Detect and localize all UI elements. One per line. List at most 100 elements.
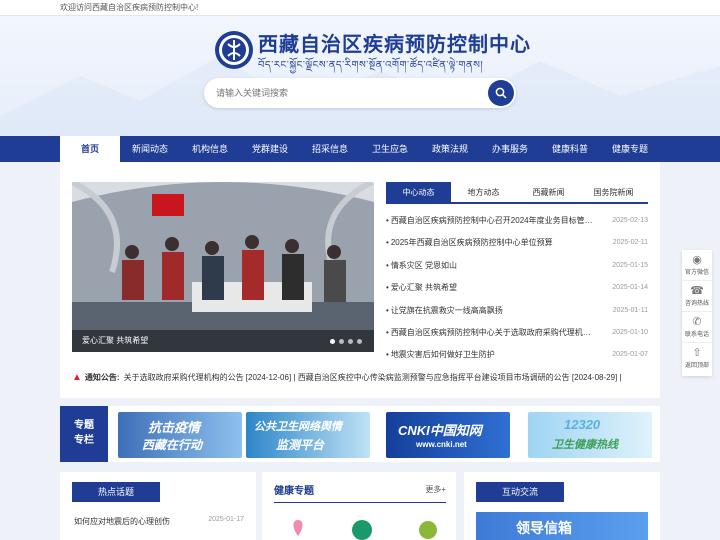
notice-label: 通知公告:: [84, 373, 120, 382]
notice-ticker: ▲ 通知公告: 关于选取政府采购代理机构的公告 [2024-12-06] | 西…: [72, 370, 652, 386]
side-phone[interactable]: ✆ 联系电话: [682, 312, 712, 343]
hot-topic-title[interactable]: 如何应对地震后的心理创伤: [74, 516, 170, 527]
side-wechat[interactable]: ◉ 官方微信: [682, 250, 712, 281]
search-box: [204, 78, 516, 108]
special-label-line2: 专栏: [74, 435, 94, 446]
search-icon: [495, 87, 507, 99]
banner-health-hotline[interactable]: 12320 卫生健康热线: [528, 412, 652, 458]
tab-state-council-news[interactable]: 国务院新闻: [581, 182, 646, 202]
virus-icon: [419, 521, 437, 539]
nav-item-procurement[interactable]: 招采信息: [300, 136, 360, 162]
side-back-to-top[interactable]: ⇧ 返回顶部: [682, 343, 712, 374]
welcome-bar: 欢迎访问西藏自治区疾病预防控制中心!: [0, 0, 720, 16]
side-hotline[interactable]: ☎ 咨询热线: [682, 281, 712, 312]
slider-dot[interactable]: [357, 339, 362, 344]
tab-center-news[interactable]: 中心动态: [386, 182, 451, 202]
hot-topics-panel: 热点话题 如何应对地震后的心理创伤 2025-01-17: [60, 472, 256, 540]
slider-photo: [72, 182, 374, 352]
news-date: 2025-02-11: [612, 239, 648, 247]
hot-topics-title: 热点话题: [72, 482, 160, 502]
health-topic-icons[interactable]: [282, 516, 442, 540]
notice-text[interactable]: 关于选取政府采购代理机构的公告 [2024-12-06] | 西藏自治区疾控中心…: [124, 370, 622, 386]
nav-item-news[interactable]: 新闻动态: [120, 136, 180, 162]
cdc-logo-icon: [215, 31, 253, 69]
headset-icon: ☎: [690, 285, 704, 297]
side-label: 官方微信: [684, 270, 709, 276]
nav-item-party[interactable]: 党群建设: [240, 136, 300, 162]
news-tabs: 中心动态 地方动态 西藏新闻 国务院新闻: [386, 182, 648, 204]
search-input[interactable]: [204, 78, 474, 108]
leader-mailbox-banner[interactable]: 领导信箱: [476, 512, 648, 540]
banner-fight-epidemic[interactable]: 抗击疫情 西藏在行动: [118, 412, 242, 458]
more-link[interactable]: 更多+: [425, 484, 446, 495]
news-title[interactable]: 西藏自治区疾病预防控制中心召开2024年度业务目标管…: [386, 210, 596, 232]
wechat-icon: ◉: [692, 254, 702, 266]
news-date: 2025-01-11: [612, 306, 648, 314]
news-title[interactable]: 2025年西藏自治区疾病预防控制中心单位预算: [386, 232, 596, 254]
list-item[interactable]: 情系灾区 党恩如山 2025-01-15: [386, 255, 648, 277]
list-item[interactable]: 2025年西藏自治区疾病预防控制中心单位预算 2025-02-11: [386, 232, 648, 254]
list-item[interactable]: 如何应对地震后的心理创伤 2025-01-17: [74, 516, 244, 527]
floating-sidebar: ◉ 官方微信 ☎ 咨询热线 ✆ 联系电话 ⇧ 返回顶部: [682, 250, 712, 376]
ribbon-icon: [293, 520, 303, 536]
news-title[interactable]: 情系灾区 党恩如山: [386, 255, 596, 277]
special-topics: 专题 专栏 抗击疫情 西藏在行动 公共卫生网络舆情 监测平台 CNKI中国知网 …: [60, 406, 660, 462]
slider-caption: 爱心汇聚 共筑希望: [72, 330, 374, 352]
interaction-title: 互动交流: [476, 482, 564, 502]
banner-cnki[interactable]: CNKI中国知网 www.cnki.net: [386, 412, 510, 458]
special-label-line1: 专题: [74, 420, 94, 431]
nav-item-emergency[interactable]: 卫生应急: [360, 136, 420, 162]
health-topics-panel: 健康专题 更多+: [262, 472, 456, 540]
globe-icon: [352, 520, 372, 540]
nav-item-organization[interactable]: 机构信息: [180, 136, 240, 162]
health-topics-title: 健康专题: [274, 486, 314, 497]
nav-item-health-topics[interactable]: 健康专题: [600, 136, 660, 162]
interaction-panel: 互动交流 领导信箱: [464, 472, 660, 540]
tab-local-news[interactable]: 地方动态: [451, 182, 516, 202]
news-title[interactable]: 西藏自治区疾病预防控制中心关于选取政府采购代理机…: [386, 322, 596, 344]
nav-item-services[interactable]: 办事服务: [480, 136, 540, 162]
slider-dot[interactable]: [339, 339, 344, 344]
slider-dot[interactable]: [330, 339, 335, 344]
search-button[interactable]: [488, 80, 514, 106]
banner-line1: CNKI中国知网: [398, 423, 482, 438]
hot-topic-date: 2025-01-17: [208, 516, 244, 523]
side-label: 返回顶部: [684, 363, 709, 369]
site-header: 西藏自治区疾病预防控制中心 བོད་རང་སྐྱོང་ལྗོངས་ནད་རིགས…: [0, 16, 720, 136]
side-label: 联系电话: [684, 332, 709, 338]
list-item[interactable]: 爱心汇聚 共筑希望 2025-01-14: [386, 277, 648, 299]
list-item[interactable]: 地震灾害后如何做好卫生防护 2025-01-07: [386, 344, 648, 366]
banner-line1: 12320: [564, 417, 601, 432]
news-slider[interactable]: 爱心汇聚 共筑希望: [72, 182, 374, 352]
divider: [274, 502, 446, 503]
list-item[interactable]: 西藏自治区疾病预防控制中心召开2024年度业务目标管… 2025-02-13: [386, 210, 648, 232]
news-date: 2025-01-07: [612, 351, 648, 359]
slider-pagination: [330, 339, 362, 344]
news-title[interactable]: 让党旗在抗震救灾一线高高飘扬: [386, 300, 596, 322]
slider-dot[interactable]: [348, 339, 353, 344]
nav-item-health-science[interactable]: 健康科普: [540, 136, 600, 162]
news-date: 2025-01-15: [612, 261, 648, 269]
nav-item-home[interactable]: 首页: [60, 136, 120, 162]
banner-line2: 卫生健康热线: [552, 439, 618, 451]
list-item[interactable]: 让党旗在抗震救灾一线高高飘扬 2025-01-11: [386, 300, 648, 322]
welcome-text: 欢迎访问西藏自治区疾病预防控制中心!: [60, 3, 199, 12]
news-title[interactable]: 爱心汇聚 共筑希望: [386, 277, 596, 299]
special-topics-label: 专题 专栏: [60, 406, 108, 462]
nav-item-policy[interactable]: 政策法规: [420, 136, 480, 162]
news-date: 2025-01-10: [612, 328, 648, 336]
banner-line2: 西藏在行动: [142, 438, 203, 452]
main-nav: 首页 新闻动态 机构信息 党群建设 招采信息 卫生应急 政策法规 办事服务 健康…: [0, 136, 720, 162]
phone-icon: ✆: [692, 316, 702, 328]
news-date: 2025-01-14: [612, 284, 648, 292]
site-title: 西藏自治区疾病预防控制中心: [258, 34, 531, 56]
arrow-up-icon: ⇧: [692, 347, 702, 359]
banner-line1: 公共卫生网络舆情: [254, 421, 342, 433]
banner-opinion-monitoring[interactable]: 公共卫生网络舆情 监测平台: [246, 412, 370, 458]
tab-tibet-news[interactable]: 西藏新闻: [516, 182, 581, 202]
news-panel: 中心动态 地方动态 西藏新闻 国务院新闻 西藏自治区疾病预防控制中心召开2024…: [386, 182, 648, 367]
news-date: 2025-02-13: [612, 217, 648, 224]
banner-line1: 抗击疫情: [148, 420, 201, 435]
news-title[interactable]: 地震灾害后如何做好卫生防护: [386, 344, 596, 366]
list-item[interactable]: 西藏自治区疾病预防控制中心关于选取政府采购代理机… 2025-01-10: [386, 322, 648, 344]
